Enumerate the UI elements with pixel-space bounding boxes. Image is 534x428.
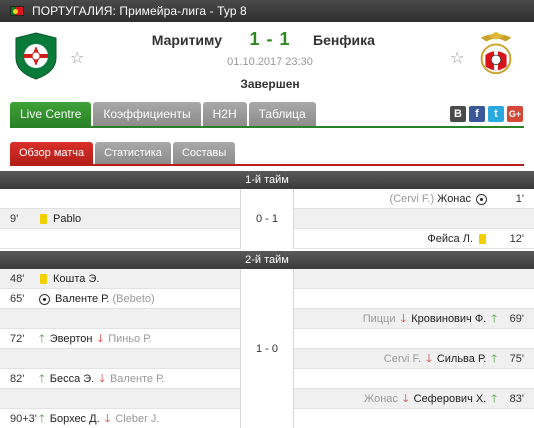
tab-statistics[interactable]: Статистика <box>95 142 171 164</box>
favorite-home-star-icon[interactable]: ☆ <box>70 48 84 68</box>
goal-ball-icon <box>39 293 50 305</box>
assist-name: (Bebeto) <box>112 293 155 305</box>
sub-in-arrow-icon: 🡑 <box>491 312 497 325</box>
player-out-name[interactable]: Cleber J. <box>115 413 159 425</box>
player-name[interactable]: Фейса Л. <box>427 233 473 245</box>
main-tabs: Live Centre Коэффициенты H2H Таблица <box>10 102 318 126</box>
home-sub-event: 72' 🡑 Эвертон 🡓 Пиньо Р. <box>10 329 152 349</box>
assist-name: (Cervi F.) <box>389 193 435 205</box>
player-in-name[interactable]: Бесса Э. <box>50 373 94 385</box>
tab-table[interactable]: Таблица <box>248 102 316 126</box>
yellow-card-icon <box>40 214 47 224</box>
home-sub-event: 82' 🡑 Бесса Э. 🡓 Валенте Р. <box>10 369 164 389</box>
event-minute: 82' <box>10 373 25 385</box>
sub-in-arrow-icon: 🡑 <box>39 372 45 385</box>
facebook-share-icon[interactable]: f <box>469 106 485 122</box>
twitter-share-icon[interactable]: t <box>488 106 504 122</box>
tab-live-centre[interactable]: Live Centre <box>10 102 92 126</box>
player-out-name[interactable]: Пиньо Р. <box>108 333 151 345</box>
maritimo-logo-icon <box>15 32 57 80</box>
second-half-score: 1 - 0 <box>240 269 294 428</box>
tab-lineups[interactable]: Составы <box>172 142 236 164</box>
yellow-card-icon <box>479 234 486 244</box>
away-sub-event: Cervi F. 🡓 Сильва Р. 🡑 75' <box>384 349 524 369</box>
sub-tabs: Обзор матча Статистика Составы <box>10 142 237 164</box>
portugal-flag-icon <box>10 6 24 16</box>
goal-ball-icon <box>476 193 487 205</box>
player-name[interactable]: Pablo <box>53 213 81 225</box>
player-name[interactable]: Валенте Р. <box>55 293 109 305</box>
event-minute: 12' <box>509 233 524 245</box>
favorite-away-star-icon[interactable]: ☆ <box>450 48 464 68</box>
match-status: Завершен <box>240 77 300 91</box>
sub-in-arrow-icon: 🡑 <box>491 392 497 405</box>
yellow-card-icon <box>40 274 47 284</box>
match-score: 1 - 1 <box>249 29 291 49</box>
away-team-name[interactable]: Бенфика <box>313 32 375 48</box>
event-minute: 48' <box>10 273 25 285</box>
event-minute: 65' <box>10 293 25 305</box>
first-half-header: 1-й тайм <box>0 171 534 189</box>
home-card-event: 9' Pablo <box>10 209 81 229</box>
player-in-name[interactable]: Сильва Р. <box>437 353 486 365</box>
tab-match-summary[interactable]: Обзор матча <box>10 142 94 164</box>
player-out-name[interactable]: Валенте Р. <box>110 373 164 385</box>
sub-out-arrow-icon: 🡓 <box>104 412 111 425</box>
player-name[interactable]: Кошта Э. <box>53 273 99 285</box>
league-bar: ПОРТУГАЛИЯ: Примейра-лига - Тур 8 <box>0 0 534 22</box>
player-in-name[interactable]: Борхес Д. <box>50 413 100 425</box>
tab-odds[interactable]: Коэффициенты <box>93 102 201 126</box>
sub-in-arrow-icon: 🡑 <box>39 332 45 345</box>
player-in-name[interactable]: Кровинович Ф. <box>411 313 486 325</box>
away-sub-event: Жонас 🡓 Сеферович Х. 🡑 83' <box>364 389 524 409</box>
home-card-event: 48' Кошта Э. <box>10 269 99 289</box>
player-out-name[interactable]: Cervi F. <box>384 353 421 365</box>
event-minute: 69' <box>509 313 524 325</box>
sub-in-arrow-icon: 🡑 <box>39 412 45 425</box>
match-datetime: 01.10.2017 23:30 <box>227 56 313 68</box>
away-sub-event: Пицци 🡓 Кровинович Ф. 🡑 69' <box>363 309 524 329</box>
event-minute: 83' <box>509 393 524 405</box>
player-in-name[interactable]: Сеферович Х. <box>414 393 487 405</box>
player-out-name[interactable]: Жонас <box>364 393 398 405</box>
away-card-event: Фейса Л. 12' <box>427 229 524 249</box>
event-minute: 1' <box>515 193 524 205</box>
player-in-name[interactable]: Эвертон <box>50 333 93 345</box>
sub-out-arrow-icon: 🡓 <box>400 312 407 325</box>
player-name[interactable]: Жонас <box>437 193 471 205</box>
tab-h2h[interactable]: H2H <box>202 102 247 126</box>
event-minute: 9' <box>10 213 19 225</box>
sub-out-arrow-icon: 🡓 <box>99 372 105 385</box>
vk-share-icon[interactable]: B <box>450 106 466 122</box>
sub-out-arrow-icon: 🡓 <box>426 352 432 365</box>
benfica-logo-icon <box>480 31 512 75</box>
away-goal-event: (Cervi F.) Жонас 1' <box>390 189 524 209</box>
home-sub-event: 90+3' 🡑 Борхес Д. 🡓 Cleber J. <box>10 409 159 428</box>
match-header: ☆ Маритиму 1 - 1 Бенфика 01.10.2017 23:3… <box>0 22 534 98</box>
first-half-score: 0 - 1 <box>240 189 294 249</box>
subtabs-underline <box>10 164 524 166</box>
home-team-name[interactable]: Маритиму <box>152 32 222 48</box>
tabs-underline <box>10 126 524 128</box>
event-minute: 75' <box>509 353 524 365</box>
sub-out-arrow-icon: 🡓 <box>97 332 104 345</box>
league-title: ПОРТУГАЛИЯ: Примейра-лига - Тур 8 <box>32 4 247 18</box>
sub-out-arrow-icon: 🡓 <box>402 392 409 405</box>
event-minute: 90+3' <box>10 413 37 425</box>
sub-in-arrow-icon: 🡑 <box>491 352 497 365</box>
second-half-header: 2-й тайм <box>0 251 534 269</box>
player-out-name[interactable]: Пицци <box>363 313 396 325</box>
event-minute: 72' <box>10 333 25 345</box>
home-goal-event: 65' Валенте Р. (Bebeto) <box>10 289 155 309</box>
googleplus-share-icon[interactable]: G+ <box>507 106 523 122</box>
